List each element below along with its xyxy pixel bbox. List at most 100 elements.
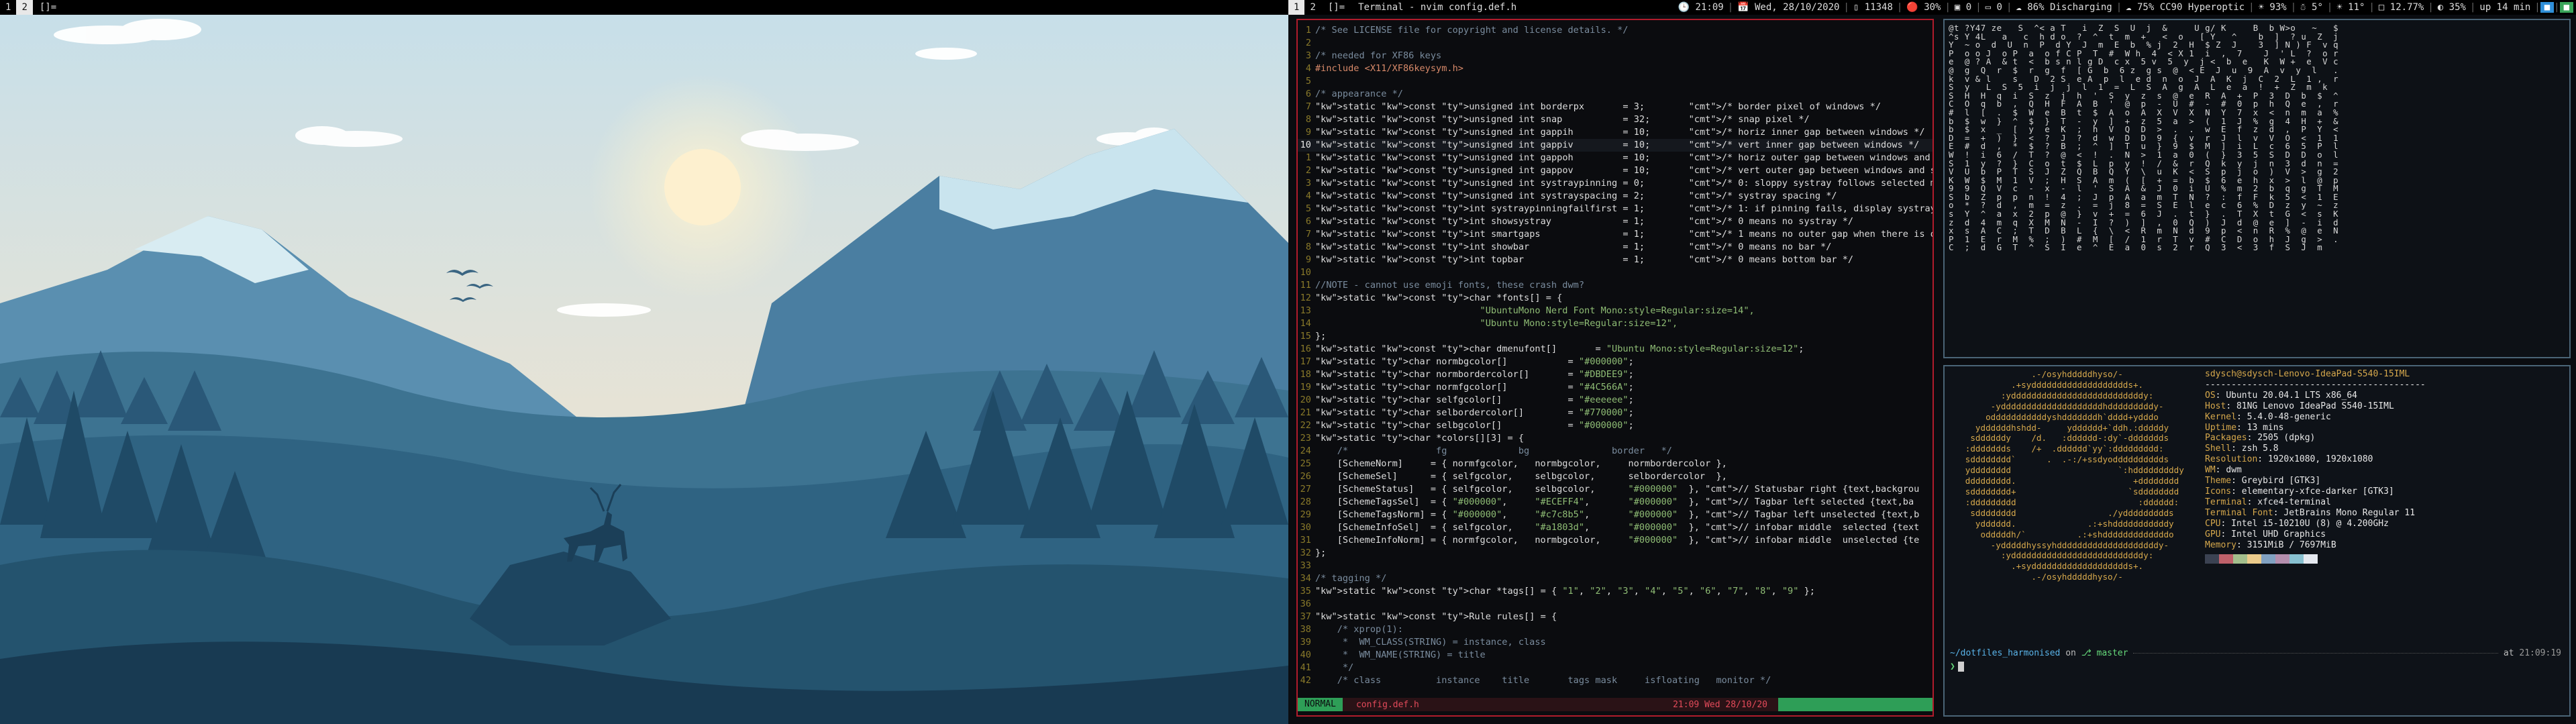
code-line[interactable]: 6 /* appearance */: [1298, 88, 1933, 101]
code-line[interactable]: 17 "kw">static "ty">char normbgcolor[] = …: [1298, 356, 1933, 368]
palette-swatch: [2304, 554, 2318, 564]
info-key: Shell: [2205, 444, 2232, 454]
code-line[interactable]: 21 "kw">static "ty">char selbordercolor[]…: [1298, 407, 1933, 419]
matrix-terminal[interactable]: @t ?Y47 ze S ^< a T i Z S U j & U g/ K B…: [1943, 19, 2571, 358]
right-tag-2[interactable]: 2: [1304, 0, 1321, 15]
code-line[interactable]: 8 "kw">static "kw">const "ty">int showbar…: [1298, 241, 1933, 254]
status-module[interactable]: ☀ 93%: [2255, 2, 2291, 13]
code-line[interactable]: 15};: [1298, 330, 1933, 343]
code-line[interactable]: 4 #include <X11/XF86keysym.h>: [1298, 62, 1933, 75]
code-line[interactable]: 8 "kw">static "kw">const "ty">unsigned in…: [1298, 113, 1933, 126]
line-text: "kw">static "ty">char normbgcolor[] = "#…: [1315, 356, 1634, 367]
code-line[interactable]: 42 /* class instance title tags mask isf…: [1298, 674, 1933, 687]
code-line[interactable]: 7 "kw">static "kw">const "ty">unsigned in…: [1298, 101, 1933, 113]
info-value: 2505 (dpkg): [2257, 433, 2316, 444]
code-line[interactable]: 9 "kw">static "kw">const "ty">int topbar …: [1298, 254, 1933, 266]
line-number: 25: [1300, 458, 1311, 469]
code-line[interactable]: 27 [SchemeStatus] = { selfgcolor, selbgc…: [1298, 483, 1933, 496]
code-line[interactable]: 1 "kw">static "kw">const "ty">unsigned in…: [1298, 152, 1933, 164]
right-layout-indicator[interactable]: []=: [1321, 2, 1351, 13]
status-module[interactable]: ☁ 75% CC90 Hyperoptic: [2122, 2, 2249, 13]
code-line[interactable]: 5: [1298, 75, 1933, 88]
line-number: 4: [1305, 63, 1311, 74]
code-line[interactable]: 34 /* tagging */: [1298, 572, 1933, 585]
code-line[interactable]: 2 "kw">static "kw">const "ty">unsigned in…: [1298, 164, 1933, 177]
code-line[interactable]: 9 "kw">static "kw">const "ty">unsigned in…: [1298, 126, 1933, 139]
status-module[interactable]: ☃ 5°: [2296, 2, 2327, 13]
left-layout-indicator[interactable]: []=: [33, 2, 63, 13]
code-line[interactable]: 33: [1298, 560, 1933, 572]
shell-prompt[interactable]: ~/dotfiles_harmonised on ⎇ master at 21:…: [1950, 648, 2561, 672]
code-line[interactable]: 41 */: [1298, 662, 1933, 674]
status-module[interactable]: ■: [2559, 2, 2573, 13]
info-key: Resolution: [2205, 454, 2258, 465]
code-line[interactable]: 40 * WM_NAME(STRING) = title: [1298, 649, 1933, 662]
prompt-branch: master: [2096, 648, 2128, 658]
code-line[interactable]: 4 "kw">static "kw">const "ty">unsigned in…: [1298, 190, 1933, 203]
editor-buffer[interactable]: 1 /* See LICENSE file for copyright and l…: [1298, 24, 1933, 696]
code-line[interactable]: 7 "kw">static "kw">const "ty">int smartga…: [1298, 228, 1933, 241]
line-number: 24: [1300, 446, 1311, 456]
left-tag-1[interactable]: 1: [0, 0, 16, 15]
code-line[interactable]: 31 [SchemeInfoNorm] = { normfgcolor, nor…: [1298, 534, 1933, 547]
left-tag-2[interactable]: 2: [16, 0, 33, 15]
statusline-progress: [1778, 698, 1933, 711]
code-line[interactable]: 10: [1298, 266, 1933, 279]
code-line[interactable]: 37 "kw">static "kw">const "ty">Rule rules…: [1298, 611, 1933, 623]
code-line[interactable]: 29 [SchemeTagsNorm] = { "#000000", "#c7c…: [1298, 509, 1933, 521]
status-module[interactable]: 🔴 30%: [1902, 2, 1945, 13]
code-line[interactable]: 5 "kw">static "kw">const "ty">int systray…: [1298, 203, 1933, 215]
code-line[interactable]: 39 * WM_CLASS(STRING) = instance, class: [1298, 636, 1933, 649]
code-line[interactable]: 36: [1298, 598, 1933, 611]
line-number: 2: [1305, 38, 1311, 48]
status-module[interactable]: ■: [2540, 2, 2555, 13]
status-module[interactable]: ▣ 0: [1951, 2, 1975, 13]
code-line[interactable]: 32};: [1298, 547, 1933, 560]
code-line[interactable]: 38 /* xprop(1):: [1298, 623, 1933, 636]
status-module[interactable]: ▯ 11348: [1849, 2, 1897, 13]
code-line[interactable]: 23 "kw">static "ty">char *colors[][3] = {: [1298, 432, 1933, 445]
line-text: [1315, 598, 1933, 611]
line-number: 15: [1300, 331, 1311, 342]
code-line[interactable]: 13 "UbuntuMono Nerd Font Mono:style=Regu…: [1298, 305, 1933, 317]
right-tag-1[interactable]: 1: [1288, 0, 1305, 15]
code-line[interactable]: 1 /* See LICENSE file for copyright and l…: [1298, 24, 1933, 37]
status-module[interactable]: ☀ 11°: [2332, 2, 2369, 13]
neofetch-terminal[interactable]: .-/osyhdddddhyso/- .+syddddddddddddddddd…: [1943, 365, 2571, 717]
code-line[interactable]: 2: [1298, 37, 1933, 50]
line-text: "kw">static "kw">const "ty">unsigned int…: [1315, 165, 1933, 176]
status-module[interactable]: up 14 min: [2475, 2, 2534, 13]
code-line[interactable]: 28 [SchemeTagsSel] = { "#000000", "#ECEF…: [1298, 496, 1933, 509]
code-line[interactable]: 16 "kw">static "kw">const "ty">char dmenu…: [1298, 343, 1933, 356]
status-module[interactable]: 📅 Wed, 28/10/2020: [1733, 2, 1843, 13]
nvim-window[interactable]: 1 /* See LICENSE file for copyright and l…: [1296, 19, 1934, 717]
code-line[interactable]: 22 "kw">static "ty">char selbgcolor[] = "…: [1298, 419, 1933, 432]
code-line[interactable]: 20 "kw">static "ty">char selfgcolor[] = "…: [1298, 394, 1933, 407]
code-line[interactable]: 26 [SchemeSel] = { selfgcolor, selbgcolo…: [1298, 470, 1933, 483]
status-module[interactable]: ▭ 0: [1981, 2, 2006, 13]
code-line[interactable]: 24 /* fg bg border */: [1298, 445, 1933, 458]
code-line[interactable]: 6 "kw">static "kw">const "ty">int showsys…: [1298, 215, 1933, 228]
code-line[interactable]: 30 [SchemeInfoSel] = { selfgcolor, "#a18…: [1298, 521, 1933, 534]
code-line[interactable]: 10 "kw">static "kw">const "ty">unsigned i…: [1298, 139, 1933, 152]
line-number: 22: [1300, 420, 1311, 431]
line-number: 7: [1305, 101, 1311, 112]
status-module[interactable]: □ 12.77%: [2375, 2, 2428, 13]
code-line[interactable]: 3 "kw">static "kw">const "ty">unsigned in…: [1298, 177, 1933, 190]
code-line[interactable]: 35 "kw">static "kw">const "ty">char *tags…: [1298, 585, 1933, 598]
status-module[interactable]: ◐ 35%: [2434, 2, 2470, 13]
code-line[interactable]: 18 "kw">static "ty">char normbordercolor[…: [1298, 368, 1933, 381]
palette-swatch: [2275, 554, 2289, 564]
status-module[interactable]: ☁ 86% Discharging: [2012, 2, 2116, 13]
code-line[interactable]: 19 "kw">static "ty">char normfgcolor[] = …: [1298, 381, 1933, 394]
code-line[interactable]: 12 "kw">static "kw">const "ty">char *font…: [1298, 292, 1933, 305]
line-text: [SchemeSel] = { selfgcolor, selbgcolor, …: [1315, 471, 1727, 482]
sun: [664, 149, 741, 225]
line-text: "kw">static "kw">const "ty">int topbar =…: [1315, 254, 1854, 265]
status-module[interactable]: 🕒 21:09: [1674, 2, 1728, 13]
code-line[interactable]: 11 //NOTE - cannot use emoji fonts, these…: [1298, 279, 1933, 292]
line-number: 6: [1305, 89, 1311, 99]
code-line[interactable]: 25 [SchemeNorm] = { normfgcolor, normbgc…: [1298, 458, 1933, 470]
code-line[interactable]: 14 "Ubuntu Mono:style=Regular:size=12",: [1298, 317, 1933, 330]
code-line[interactable]: 3 /* needed for XF86 keys: [1298, 50, 1933, 62]
